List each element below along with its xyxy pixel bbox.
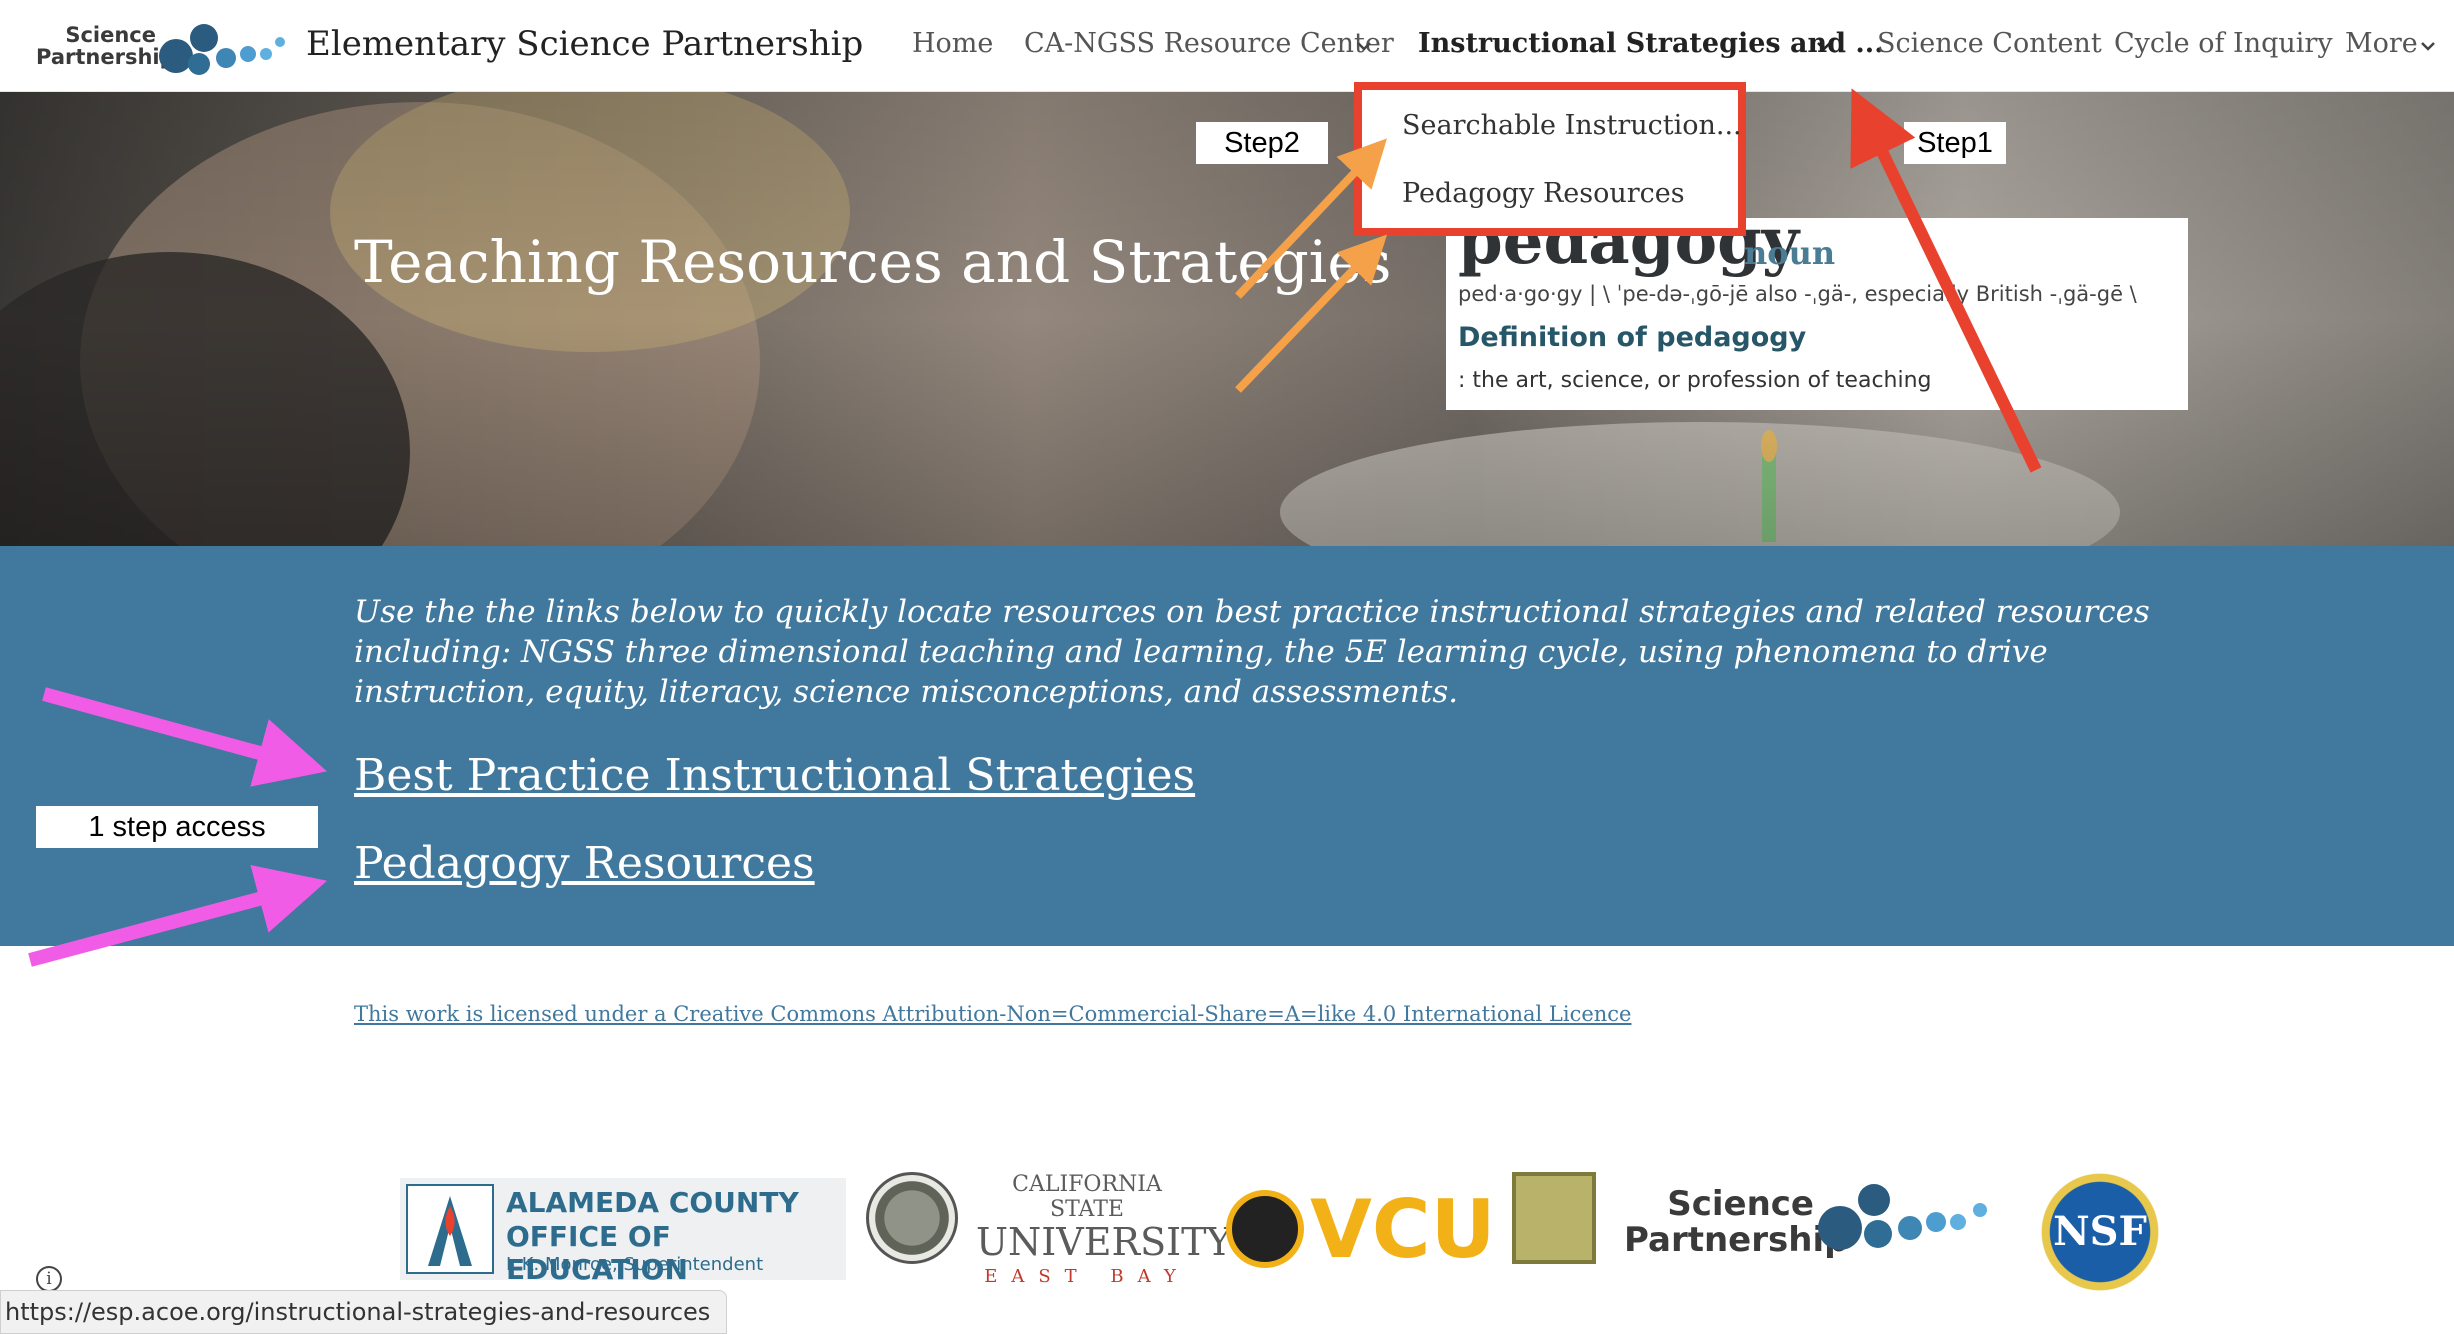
resources-band: Use the the links below to quickly locat…: [0, 546, 2454, 946]
footer-molecule-icon: [1818, 1184, 1987, 1250]
chevron-down-icon[interactable]: [1356, 38, 1372, 54]
county-seal-icon[interactable]: [866, 1172, 958, 1264]
nav-instructional-strategies[interactable]: Instructional Strategies and ...: [1418, 28, 1884, 59]
dictionary-pronunciation: ped·a·go·gy | \ ˈpe-də-ˌgō-jē also -ˌgä-…: [1458, 282, 2137, 306]
alameda-county-logo[interactable]: ALAMEDA COUNTY OFFICE OF EDUCATION L.K. …: [400, 1178, 846, 1286]
green-emblem-icon[interactable]: [1512, 1172, 1596, 1264]
intro-paragraph: Use the the links below to quickly locat…: [354, 594, 2150, 710]
site-header: Science Partnership Elementary Science P…: [0, 0, 2454, 92]
dictionary-part-of-speech: noun: [1744, 234, 1836, 272]
main-nav: Home CA-NGSS Resource Center Instruction…: [0, 0, 2454, 92]
nav-science-content[interactable]: Science Content: [1877, 28, 2102, 59]
vcu-seal-icon: [1226, 1190, 1304, 1268]
info-icon[interactable]: i: [36, 1266, 62, 1292]
dictionary-definition-heading: Definition of pedagogy: [1458, 322, 1807, 353]
nav-home[interactable]: Home: [912, 28, 993, 59]
partner-logos: ALAMEDA COUNTY OFFICE OF EDUCATION L.K. …: [0, 1160, 2454, 1300]
chevron-down-icon[interactable]: [2420, 38, 2436, 54]
vcu-logo[interactable]: VCU: [1310, 1190, 1496, 1270]
nsf-logo[interactable]: NSF: [2036, 1168, 2164, 1296]
link-best-practice-instructional-strategies[interactable]: Best Practice Instructional Strategies: [354, 750, 1195, 801]
science-partnership-footer-logo[interactable]: Science Partnership: [1624, 1186, 1848, 1258]
annotation-step2-label: Step2: [1196, 122, 1328, 164]
nav-cycle-of-inquiry[interactable]: Cycle of Inquiry: [2114, 28, 2333, 59]
torch-icon: [406, 1184, 494, 1274]
annotation-step1-label: Step1: [1904, 122, 2006, 164]
dictionary-card: pedagogy noun ped·a·go·gy | \ ˈpe-də-ˌgō…: [1446, 218, 2188, 410]
nav-more[interactable]: More: [2345, 28, 2418, 59]
license-link[interactable]: This work is licensed under a Creative C…: [354, 1002, 1631, 1026]
nav-ca-ngss-resource-center[interactable]: CA-NGSS Resource Center: [1024, 28, 1394, 59]
link-pedagogy-resources[interactable]: Pedagogy Resources: [354, 838, 815, 889]
dropdown-item-pedagogy-resources[interactable]: Pedagogy Resources: [1402, 178, 1685, 209]
chevron-down-icon[interactable]: [1816, 38, 1832, 54]
page-title: Teaching Resources and Strategies: [354, 228, 1392, 296]
csu-east-bay-logo[interactable]: CALIFORNIA STATE UNIVERSITY EAST BAY: [976, 1172, 1232, 1287]
status-bar-url: https://esp.acoe.org/instructional-strat…: [0, 1290, 728, 1334]
annotation-one-step-label: 1 step access: [36, 806, 318, 848]
dictionary-definition: : the art, science, or profession of tea…: [1458, 368, 1932, 393]
instructional-strategies-dropdown: Searchable Instruction... Pedagogy Resou…: [1354, 82, 1746, 236]
dropdown-item-searchable-instruction[interactable]: Searchable Instruction...: [1402, 110, 1742, 141]
